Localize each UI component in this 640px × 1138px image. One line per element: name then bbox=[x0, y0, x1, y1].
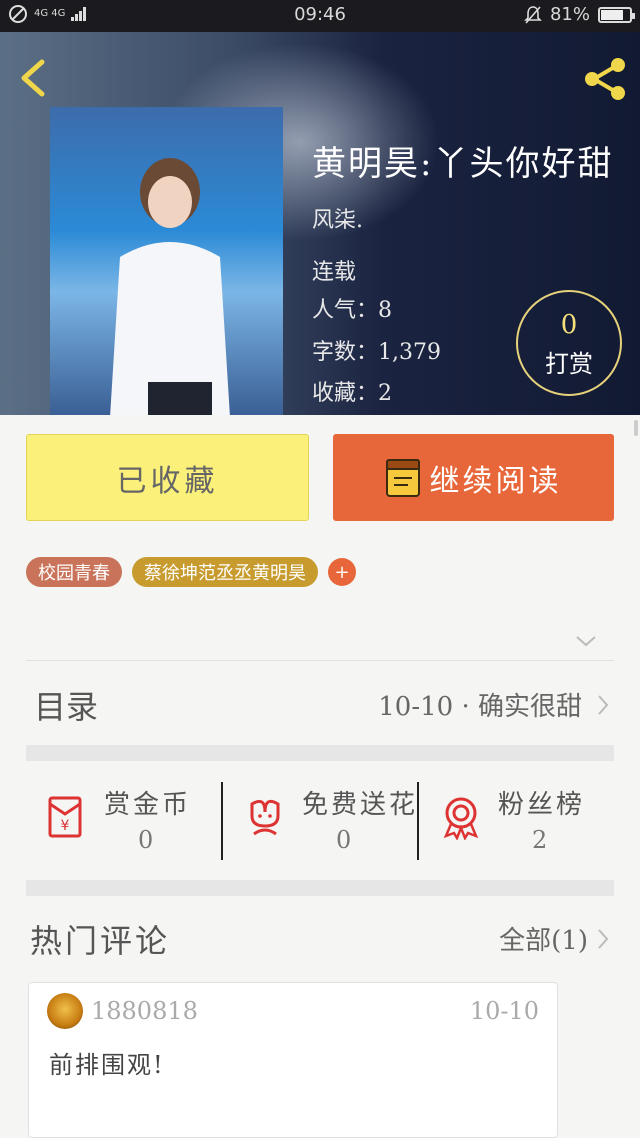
book-status: 连载 bbox=[312, 260, 357, 285]
send-flower-value: 0 bbox=[336, 826, 352, 854]
comment-card[interactable]: 1880818 10-10 前排围观! bbox=[28, 982, 558, 1138]
tag-list: 校园青春 蔡徐坤范丞丞黄明昊 + bbox=[26, 557, 356, 587]
battery-level bbox=[601, 9, 624, 20]
avatar[interactable] bbox=[47, 993, 83, 1029]
chevron-right-icon bbox=[598, 694, 609, 715]
tip-count: 0 bbox=[560, 310, 578, 340]
scrollbar[interactable] bbox=[634, 420, 638, 436]
fan-ranking-label: 粉丝榜 bbox=[498, 790, 586, 820]
continue-reading-button[interactable]: 继续阅读 bbox=[333, 434, 614, 521]
comment-text: 前排围观! bbox=[49, 1051, 165, 1079]
tip-label: 打赏 bbox=[545, 350, 593, 378]
chevron-right-icon bbox=[598, 928, 609, 949]
send-flower-button[interactable]: 免费送花 0 bbox=[224, 780, 415, 860]
red-envelope-icon: ¥ bbox=[48, 796, 82, 838]
divider bbox=[26, 660, 614, 661]
fan-ranking-button[interactable]: 粉丝榜 2 bbox=[420, 780, 610, 860]
book-word-count: 字数：1,379 bbox=[312, 340, 441, 365]
section-separator bbox=[26, 880, 614, 896]
svg-text:¥: ¥ bbox=[61, 818, 70, 834]
all-comments-link[interactable]: 全部(1) bbox=[499, 920, 610, 957]
book-favorites: 收藏：2 bbox=[312, 381, 392, 406]
hot-comments-title: 热门评论 bbox=[30, 922, 171, 960]
comment-date: 10-10 bbox=[469, 997, 539, 1025]
section-separator bbox=[26, 745, 614, 761]
comment-username[interactable]: 1880818 bbox=[91, 997, 198, 1025]
collected-button[interactable]: 已收藏 bbox=[26, 434, 309, 521]
latest-chapter: 10-10 · 确实很甜 bbox=[378, 692, 582, 722]
tip-button[interactable]: 0 打赏 bbox=[516, 290, 622, 396]
collected-label: 已收藏 bbox=[116, 463, 219, 499]
status-bar: 4G 4G 09:46 81% bbox=[0, 0, 640, 32]
status-right: 81% bbox=[524, 4, 635, 25]
add-tag-button[interactable]: + bbox=[328, 558, 356, 586]
fan-ranking-value: 2 bbox=[532, 826, 548, 854]
reward-gold-button[interactable]: ¥ 赏金币 0 bbox=[26, 780, 216, 860]
send-flower-label: 免费送花 bbox=[302, 790, 419, 820]
share-icon[interactable] bbox=[580, 54, 630, 104]
book-icon bbox=[385, 458, 420, 497]
back-arrow-icon[interactable] bbox=[14, 56, 54, 100]
chevron-down-icon[interactable] bbox=[574, 633, 598, 649]
book-author[interactable]: 风柒. bbox=[312, 202, 363, 234]
book-popularity: 人气：8 bbox=[312, 298, 392, 323]
reward-gold-value: 0 bbox=[138, 826, 154, 854]
divider bbox=[221, 782, 223, 860]
flower-icon bbox=[250, 799, 280, 836]
book-cover[interactable] bbox=[50, 107, 283, 415]
divider bbox=[417, 782, 419, 860]
mute-bell-icon bbox=[524, 5, 542, 24]
tag-names[interactable]: 蔡徐坤范丞丞黄明昊 bbox=[132, 557, 318, 587]
continue-reading-label: 继续阅读 bbox=[429, 463, 562, 499]
cover-portrait-image bbox=[110, 158, 230, 415]
book-title: 黄明昊:丫头你好甜 bbox=[312, 144, 614, 184]
latest-chapter-link[interactable]: 10-10 · 确实很甜 bbox=[378, 686, 610, 723]
medal-icon bbox=[443, 797, 479, 840]
all-comments-label: 全部(1) bbox=[499, 926, 588, 956]
battery-icon bbox=[598, 6, 635, 23]
reward-gold-label: 赏金币 bbox=[104, 790, 192, 820]
book-header: 黄明昊:丫头你好甜 风柒. 连载 人气：8 字数：1,379 收藏：2 0 打赏 bbox=[0, 32, 640, 415]
tag-campus[interactable]: 校园青春 bbox=[26, 557, 122, 587]
catalog-label[interactable]: 目录 bbox=[34, 682, 98, 728]
battery-percent: 81% bbox=[549, 4, 590, 25]
